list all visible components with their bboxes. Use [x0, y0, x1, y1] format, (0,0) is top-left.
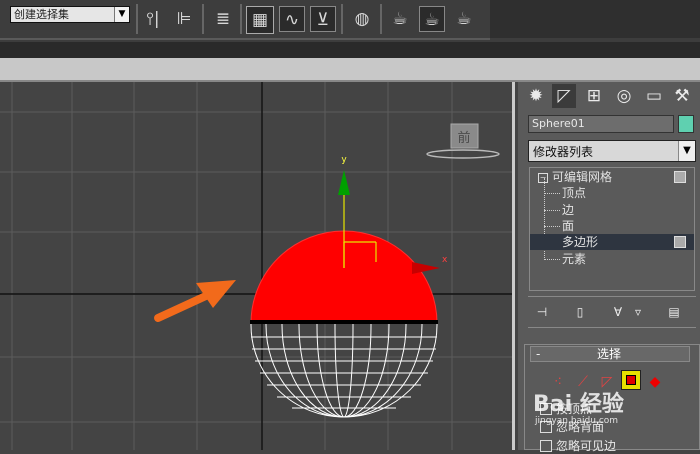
- material-editor-button[interactable]: ◍: [349, 6, 375, 32]
- stack-item-label: 多边形: [562, 235, 599, 249]
- create-icon: ✹: [528, 86, 544, 106]
- stack-item-label: 顶点: [562, 186, 587, 200]
- polygon-level-icon[interactable]: [621, 370, 641, 390]
- rendered-frame-window-button[interactable]: ☕: [419, 6, 445, 32]
- configure-modifier-sets-button[interactable]: ▤: [664, 303, 684, 321]
- create-tab[interactable]: ✹: [524, 84, 548, 108]
- stack-item-edge[interactable]: 边: [530, 202, 694, 218]
- make-unique-icon: ∀: [613, 305, 623, 319]
- align-button[interactable]: ⊫: [171, 6, 197, 32]
- viewport-grid: [0, 82, 512, 450]
- display-tab[interactable]: ▭: [642, 84, 666, 108]
- mirror-button[interactable]: ⫯|: [140, 6, 166, 32]
- watermark-url: jingyan.baidu.com: [535, 416, 619, 426]
- teapot-settings-icon: ☕: [392, 9, 408, 29]
- y-axis-arrow[interactable]: [338, 170, 350, 195]
- trash-icon: ▿: [634, 305, 642, 319]
- end-result-icon: ▯: [576, 305, 584, 319]
- pin-stack-button[interactable]: ⊣: [532, 303, 552, 321]
- make-unique-button[interactable]: ∀: [608, 303, 628, 321]
- curve-editor-button[interactable]: ∿: [279, 6, 305, 32]
- render-setup-button[interactable]: ☕: [387, 6, 413, 32]
- layer-manager-button[interactable]: ≣: [210, 6, 236, 32]
- selection-edge: [250, 320, 438, 324]
- material-editor-icon: ◍: [354, 9, 370, 29]
- curve-editor-icon: ∿: [284, 10, 300, 30]
- modifier-list-dropdown[interactable]: 修改器列表 ▼: [528, 140, 696, 162]
- ribbon-spacer: [0, 42, 700, 58]
- scene-explorer-button[interactable]: ▦: [246, 6, 274, 34]
- viewport-grid-axis: [0, 82, 512, 450]
- stack-item-label: 元素: [562, 252, 587, 266]
- toolbar-divider: [0, 38, 490, 40]
- viewcube[interactable]: 前: [426, 123, 500, 159]
- stack-item-polygon[interactable]: 多边形: [530, 234, 694, 250]
- stack-item-label: 面: [562, 219, 575, 233]
- modify-tab[interactable]: ◸: [552, 84, 576, 108]
- viewcube-label: 前: [457, 130, 470, 146]
- x-axis-arrow[interactable]: [412, 262, 440, 274]
- dope-sheet-button[interactable]: ⊻: [310, 6, 336, 32]
- frame-window-icon: ☕: [424, 10, 440, 30]
- polygon-square: [626, 375, 636, 385]
- x-axis-label: x: [442, 255, 448, 265]
- element-level-icon[interactable]: ◆: [645, 372, 665, 392]
- display-icon: ▭: [645, 86, 663, 106]
- stack-item-label: 可编辑网格: [552, 170, 613, 184]
- light-bulb-toggle[interactable]: [674, 171, 686, 183]
- watermark-text: Bai 经验: [533, 392, 624, 417]
- stack-item-face[interactable]: 面: [530, 218, 694, 234]
- ribbon-bar: [0, 58, 700, 82]
- toolbar-separator: [240, 4, 242, 34]
- pin-icon: ⊣: [536, 305, 548, 319]
- modifier-stack: − 可编辑网格 顶点 边 面 多边形 元素: [529, 167, 695, 291]
- remove-modifier-button[interactable]: ▿: [628, 303, 648, 321]
- modify-icon: ◸: [557, 86, 571, 106]
- light-bulb-toggle[interactable]: [674, 236, 686, 248]
- object-name-field[interactable]: Sphere01: [528, 115, 674, 133]
- scene-explorer-icon: ▦: [251, 10, 269, 30]
- toolbar-separator: [380, 4, 382, 34]
- align-icon: ⊫: [176, 9, 192, 29]
- hierarchy-icon: ⊞: [586, 86, 602, 106]
- viewport-canvas: 前 y x: [0, 82, 512, 450]
- perspective-viewport[interactable]: 前 y x: [0, 82, 515, 450]
- stack-item-editable-mesh[interactable]: − 可编辑网格: [530, 169, 694, 185]
- object-color-swatch[interactable]: [678, 115, 694, 133]
- mirror-icon: ⫯|: [146, 9, 160, 29]
- motion-icon: ◎: [616, 86, 632, 106]
- chevron-down-icon[interactable]: ▼: [678, 141, 695, 161]
- render-button[interactable]: ☕: [451, 6, 477, 32]
- toolbar-separator: [202, 4, 204, 34]
- named-selection-set-dropdown[interactable]: 创建选择集 ▼: [10, 6, 130, 23]
- stack-controls: ⊣ ▯ ∀ ▿ ▤: [528, 296, 696, 328]
- layers-icon: ≣: [215, 9, 231, 29]
- stack-item-vertex[interactable]: 顶点: [530, 185, 694, 201]
- selection-rollout-header[interactable]: - 选择: [530, 346, 690, 362]
- stack-item-label: 边: [562, 203, 575, 217]
- toolbar-separator: [136, 4, 138, 34]
- utilities-tab[interactable]: ⚒: [670, 84, 694, 108]
- dope-sheet-icon: ⊻: [316, 10, 330, 30]
- rollout-title: 选择: [597, 347, 622, 361]
- motion-tab[interactable]: ◎: [612, 84, 636, 108]
- stack-item-element[interactable]: 元素: [530, 251, 694, 267]
- toolbar-empty-area: [490, 0, 700, 38]
- chevron-down-icon[interactable]: ▼: [114, 7, 129, 22]
- toolbar-separator: [341, 4, 343, 34]
- show-end-result-button[interactable]: ▯: [570, 303, 590, 321]
- hierarchy-tab[interactable]: ⊞: [582, 84, 606, 108]
- hammer-icon: ⚒: [674, 86, 690, 106]
- collapse-icon[interactable]: −: [538, 173, 548, 183]
- collapse-icon: -: [536, 347, 541, 361]
- command-panel-tabs: ✹ ◸ ⊞ ◎ ▭ ⚒: [522, 84, 700, 110]
- config-icon: ▤: [668, 305, 680, 319]
- ignore-visible-edges-label: 忽略可见边: [556, 439, 617, 453]
- ignore-visible-edges-checkbox[interactable]: [540, 440, 552, 452]
- y-axis-label: y: [341, 155, 347, 165]
- selection-set-value: 创建选择集: [14, 8, 69, 21]
- baidu-jingyan-watermark: Bai 经验 jingyan.baidu.com: [533, 386, 624, 426]
- teapot-icon: ☕: [456, 9, 472, 29]
- modifier-list-label: 修改器列表: [533, 145, 594, 159]
